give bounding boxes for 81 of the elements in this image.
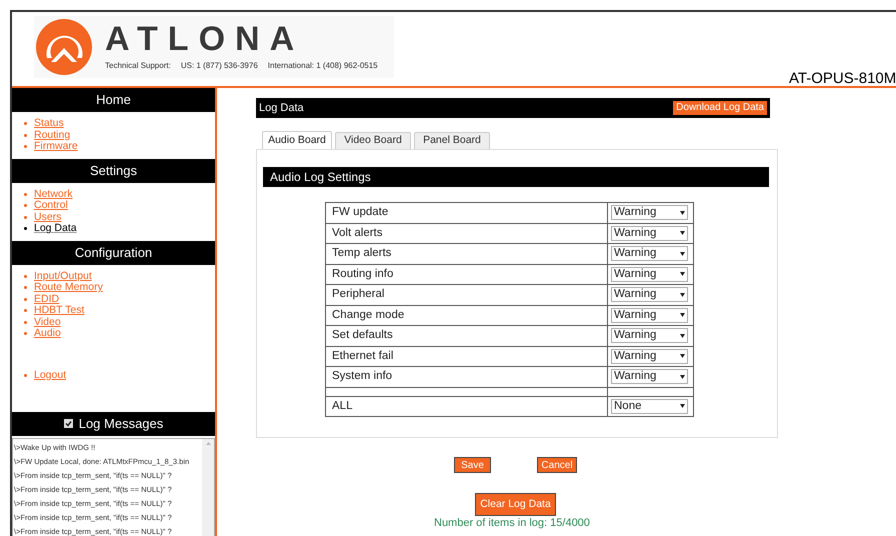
board-tab[interactable]: Audio Board	[262, 131, 332, 149]
board-tab[interactable]: Panel Board	[414, 132, 490, 149]
bullet-icon	[24, 192, 27, 196]
bullet-icon	[24, 134, 27, 137]
level-select[interactable]: Warning	[611, 226, 688, 241]
download-button[interactable]: Download Log Data	[673, 101, 767, 115]
nav-link[interactable]: HDBT Test	[34, 305, 84, 316]
page-title: Log Data	[259, 100, 304, 116]
section-header: Home	[12, 88, 215, 112]
setting-label: System info	[326, 366, 608, 387]
section-header: Configuration	[12, 240, 215, 264]
level-select[interactable]: Warning	[611, 205, 688, 220]
bullet-icon	[24, 274, 27, 278]
cancel-button[interactable]: Cancel	[537, 457, 577, 473]
log-messages-checkbox[interactable]	[64, 419, 73, 428]
caret-icon	[680, 292, 685, 297]
setting-label: ALL	[326, 396, 608, 416]
setting-label: Temp alerts	[326, 244, 608, 264]
setting-label: FW update	[326, 202, 608, 223]
setting-label: Volt alerts	[326, 223, 608, 244]
bullet-icon	[24, 298, 27, 301]
bullet-icon	[24, 122, 27, 126]
international-phone: International: 1 (408) 962-0515	[268, 60, 378, 72]
support-label: Technical Support:	[105, 60, 171, 72]
caret-icon	[680, 334, 685, 338]
setting-label: Routing info	[326, 264, 608, 284]
caret-icon	[680, 231, 685, 236]
log-count: Number of items in log: 15/4000	[434, 517, 591, 529]
log-messages-title: Log Messages	[78, 414, 164, 433]
nav-link[interactable]: Route Memory	[34, 282, 103, 294]
caret-icon	[680, 272, 685, 276]
bullet-icon	[24, 332, 27, 336]
nav-link[interactable]: Log Data	[34, 223, 77, 234]
nav-link[interactable]: Input/Output	[34, 270, 92, 282]
level-select[interactable]: Warning	[611, 348, 688, 364]
checkmark-icon	[64, 420, 72, 427]
nav-link[interactable]: Video	[34, 316, 61, 328]
caret-icon	[680, 313, 685, 318]
settings-title: Audio Log Settings	[263, 167, 769, 187]
nav-link[interactable]: Users	[34, 212, 62, 223]
scrollbar[interactable]	[202, 438, 214, 536]
save-button[interactable]: Save	[454, 457, 491, 473]
caret-icon	[680, 374, 685, 379]
nav-link[interactable]: Status	[34, 118, 64, 130]
bullet-icon	[24, 145, 27, 148]
logo-text: ATLONA	[105, 22, 306, 56]
bullet-icon	[24, 227, 27, 230]
nav-link[interactable]: Audio	[34, 328, 61, 340]
level-select[interactable]: None	[611, 398, 688, 414]
caret-icon	[680, 404, 685, 408]
bullet-icon	[24, 309, 27, 312]
model-name: AT-OPUS-810M	[789, 69, 896, 89]
bullet-icon	[24, 320, 27, 324]
level-select[interactable]: Warning	[611, 246, 688, 262]
nav-link[interactable]: Firmware	[34, 141, 78, 152]
us-phone: US: 1 (877) 536-3976	[180, 60, 258, 72]
bullet-icon	[24, 374, 27, 377]
setting-label: Change mode	[326, 305, 608, 326]
bullet-icon	[24, 216, 27, 219]
caret-icon	[680, 252, 685, 256]
caret-icon	[680, 354, 685, 358]
setting-label: Peripheral	[326, 284, 608, 305]
level-select[interactable]: Warning	[611, 287, 688, 302]
logout-link[interactable]: Logout	[34, 370, 66, 381]
bullet-icon	[24, 286, 27, 290]
caret-icon	[680, 210, 685, 215]
nav-link[interactable]: Routing	[34, 130, 70, 141]
setting-label: Ethernet fail	[326, 346, 608, 366]
board-tab[interactable]: Video Board	[335, 132, 411, 149]
nav-link[interactable]: Network	[34, 188, 73, 200]
nav-link[interactable]: Control	[34, 200, 68, 212]
level-select[interactable]: Warning	[611, 266, 688, 282]
bullet-icon	[24, 204, 27, 208]
level-select[interactable]: Warning	[611, 369, 688, 384]
nav-link[interactable]: EDID	[34, 294, 60, 305]
level-select[interactable]: Warning	[611, 328, 688, 344]
section-header: Settings	[12, 158, 215, 182]
scroll-up-icon[interactable]	[206, 442, 210, 444]
clear-log-button[interactable]: Clear Log Data	[475, 493, 556, 516]
level-select[interactable]: Warning	[611, 308, 688, 323]
setting-label: Set defaults	[326, 326, 608, 346]
